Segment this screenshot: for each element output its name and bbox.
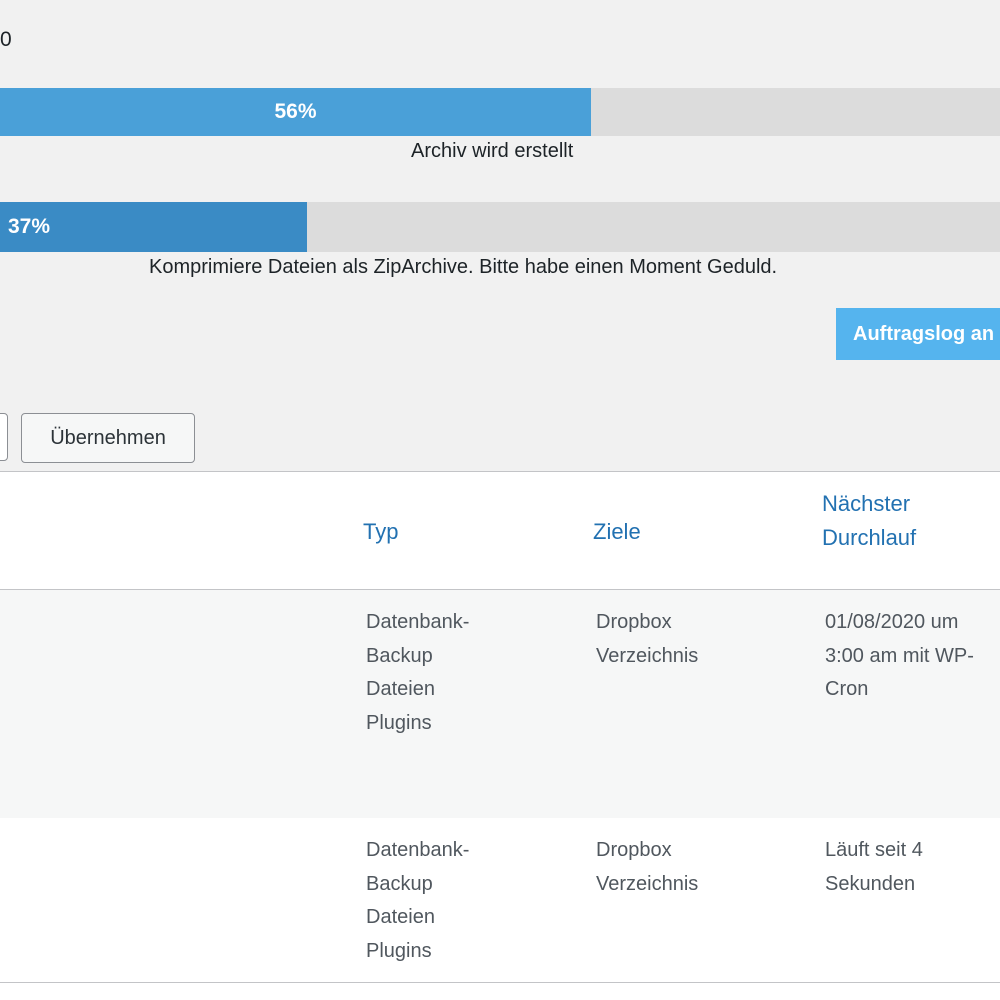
cell-line: Datenbank-	[366, 839, 470, 861]
cell-line: Dateien	[366, 678, 435, 700]
backup-progress-page: 0 56% Archiv wird erstellt 37% Komprimie…	[0, 0, 1000, 1000]
cell-line: Verzeichnis	[596, 644, 699, 667]
cell-ziele: Dropbox Verzeichnis	[596, 834, 796, 901]
cell-line: Backup	[366, 644, 433, 667]
step-progress-bar: 37%	[0, 202, 1000, 252]
table-row: Datenbank- Backup Dateien Plugins Dropbo…	[0, 818, 1000, 983]
column-header-typ[interactable]: Typ	[363, 515, 398, 549]
jobs-table: Typ Ziele Nächster Durchlauf Datenbank- …	[0, 471, 1000, 1000]
table-header: Typ Ziele Nächster Durchlauf	[0, 472, 1000, 590]
cell-line: Läuft seit 4	[825, 839, 923, 861]
main-progress-fill: 56%	[0, 88, 591, 136]
cell-line: 3:00 am mit WP-	[825, 644, 974, 667]
cell-line: Verzeichnis	[596, 872, 699, 895]
cell-next-run: Läuft seit 4 Sekunden	[825, 834, 1000, 901]
step-progress-fill: 37%	[0, 202, 307, 252]
cell-line: Dropbox	[596, 611, 672, 633]
bulk-action-select[interactable]	[0, 413, 8, 461]
cell-typ: Datenbank- Backup Dateien Plugins	[366, 606, 566, 740]
column-header-ziele[interactable]: Ziele	[593, 515, 641, 549]
cell-line: Dropbox	[596, 839, 672, 861]
status-counter: 0	[0, 28, 12, 51]
apply-button[interactable]: Übernehmen	[21, 413, 195, 463]
cell-next-run: 01/08/2020 um 3:00 am mit WP- Cron	[825, 606, 1000, 707]
cell-line: Plugins	[366, 939, 432, 962]
cell-line: Backup	[366, 872, 433, 895]
cell-line: Dateien	[366, 906, 435, 928]
main-progress-label: 56%	[274, 100, 317, 123]
show-job-log-button[interactable]: Auftragslog an	[836, 308, 1000, 360]
column-header-next-run-line2: Durchlauf	[822, 525, 917, 550]
step-progress-caption: Komprimiere Dateien als ZipArchive. Bitt…	[149, 256, 778, 278]
column-header-next-run-line1: Nächster	[822, 491, 911, 516]
table-row: Datenbank- Backup Dateien Plugins Dropbo…	[0, 590, 1000, 818]
cell-line: Plugins	[366, 711, 432, 734]
cell-typ: Datenbank- Backup Dateien Plugins	[366, 834, 566, 968]
cell-ziele: Dropbox Verzeichnis	[596, 606, 796, 673]
main-progress-bar: 56%	[0, 88, 1000, 136]
column-header-next-run[interactable]: Nächster Durchlauf	[822, 487, 982, 555]
main-progress-caption: Archiv wird erstellt	[411, 140, 574, 162]
step-progress-label: 37%	[8, 215, 51, 238]
cell-line: 01/08/2020 um	[825, 611, 959, 633]
cell-line: Cron	[825, 678, 869, 700]
cell-line: Datenbank-	[366, 611, 470, 633]
cell-line: Sekunden	[825, 872, 916, 895]
